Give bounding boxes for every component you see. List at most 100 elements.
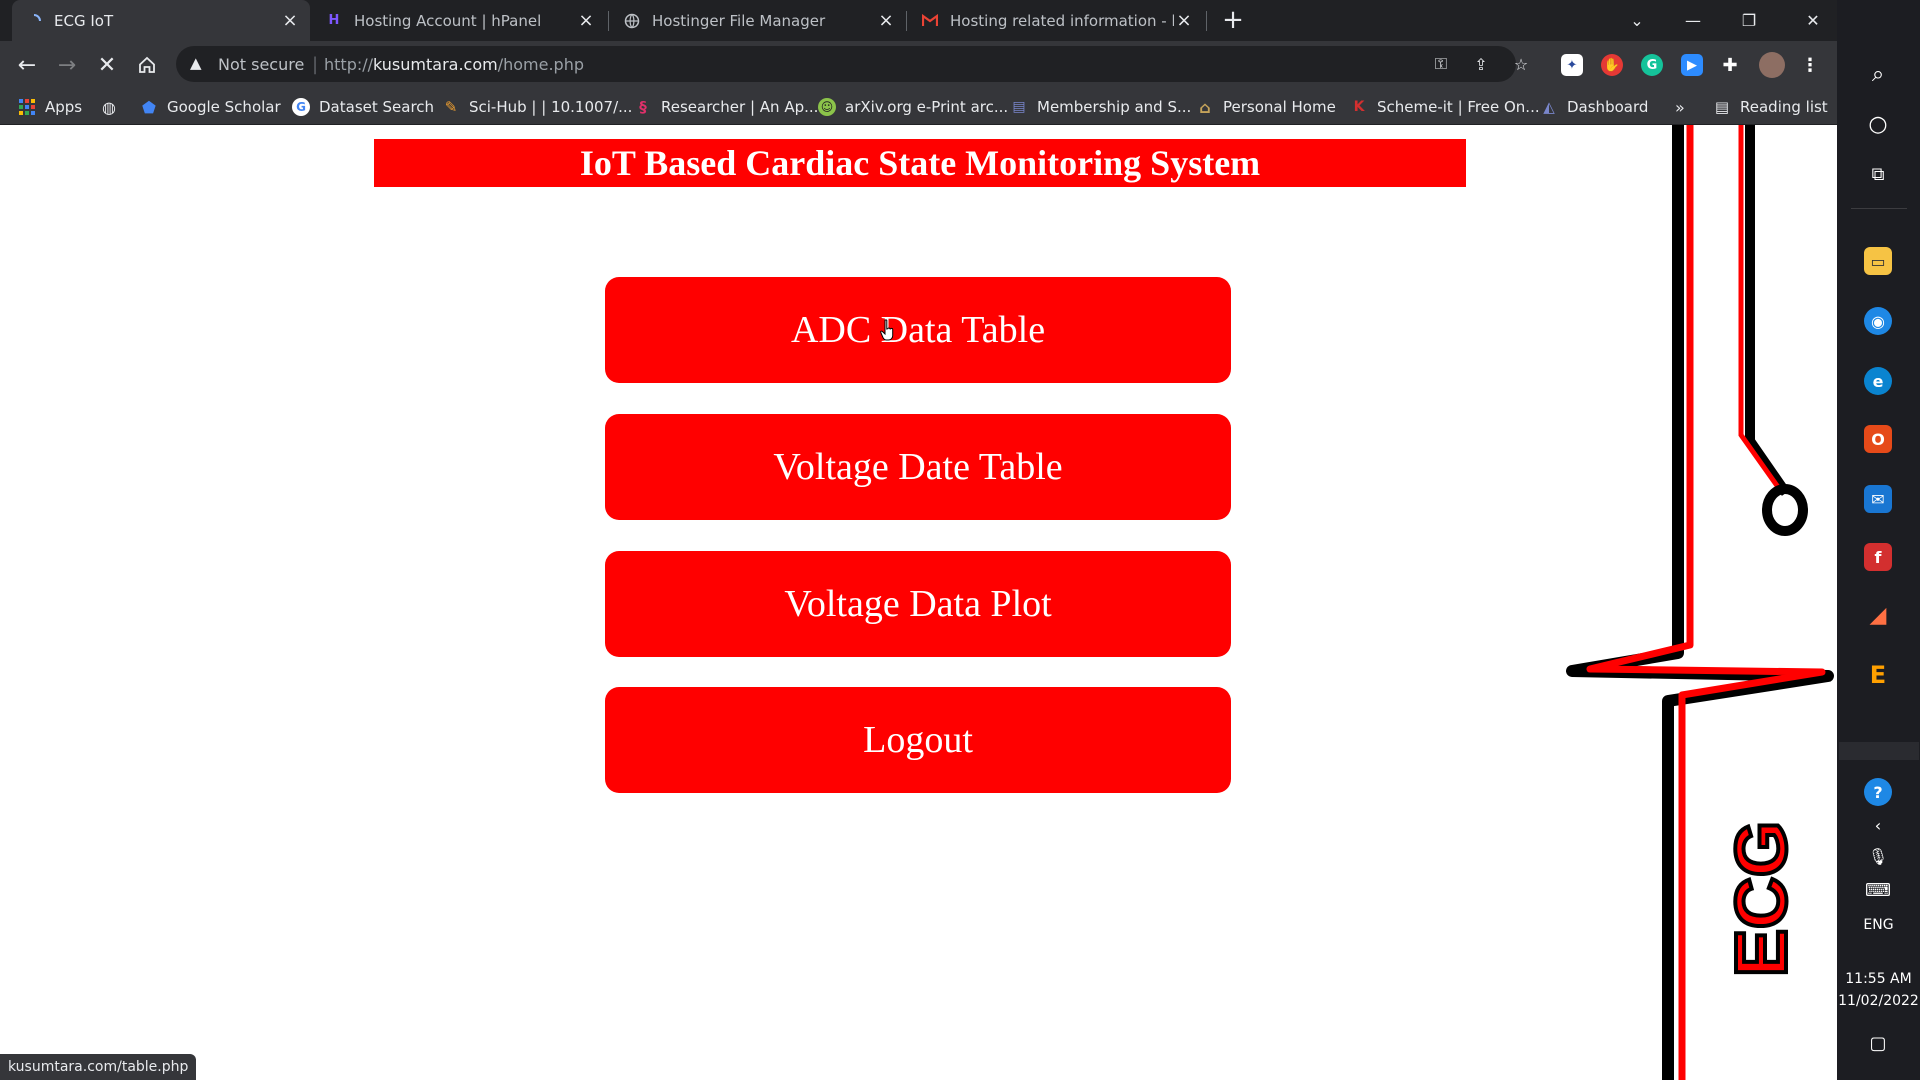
divider: | (312, 54, 319, 75)
adc-data-table-button[interactable]: ADC Data Table (605, 277, 1231, 383)
extensions-puzzle-icon[interactable]: ✚ (1719, 54, 1741, 76)
tab-title: Hostinger File Manager (652, 11, 826, 30)
tab-title: Hosting related information - hr... (950, 11, 1174, 30)
matlab-icon[interactable]: ◢ (1864, 601, 1892, 629)
tab-hosting-info[interactable]: Hosting related information - hr... × (908, 0, 1204, 41)
bookmark-dataset-search[interactable]: G Dataset Search (292, 96, 434, 118)
address-bar[interactable]: ▲ Not secure | http://kusumtara.com/home… (176, 46, 1528, 82)
task-view-icon[interactable]: ⧉ (1858, 154, 1898, 194)
extension-grammarly-icon[interactable]: G (1641, 54, 1663, 76)
hand-cursor-icon (880, 319, 894, 341)
bookmark-label: Personal Home (1223, 98, 1336, 116)
url-domain: kusumtara.com (373, 55, 498, 74)
bookmark-scheme-it[interactable]: K Scheme-it | Free On... (1350, 96, 1540, 118)
researcher-icon: § (639, 98, 647, 116)
stop-loading-icon[interactable]: ✕ (90, 48, 124, 82)
loading-icon (26, 13, 42, 29)
forward-icon[interactable]: → (50, 48, 84, 82)
foxit-icon[interactable]: f (1864, 543, 1892, 571)
bookmark-google-scholar[interactable]: ⬟ Google Scholar (140, 96, 281, 118)
url-prefix: http:// (324, 55, 374, 74)
divider (1851, 208, 1907, 209)
bookmark-label: Google Scholar (167, 98, 281, 116)
profile-avatar[interactable] (1759, 52, 1785, 78)
keyboard-icon[interactable]: ⌨ (1858, 870, 1898, 910)
gmail-icon (922, 13, 938, 29)
search-icon[interactable]: ⌕ (1858, 54, 1898, 94)
bookmark-label: Membership and S... (1037, 98, 1192, 116)
extension-zoom-icon[interactable]: ▶ (1681, 54, 1703, 76)
reading-list-button[interactable]: ▤ Reading list (1713, 96, 1828, 118)
google-icon: G (292, 98, 310, 116)
url-text[interactable]: http://kusumtara.com/home.php (324, 55, 584, 74)
tab-title: ECG IoT (54, 11, 114, 30)
tab-search-chevron-icon[interactable]: ⌄ (1613, 0, 1661, 41)
bookmark-arxiv[interactable]: ☺ arXiv.org e-Print arc... (818, 96, 1008, 118)
mail-icon[interactable]: ✉ (1864, 485, 1892, 513)
file-explorer-icon[interactable]: ▭ (1864, 247, 1892, 275)
cortana-circle-icon[interactable]: ○ (1858, 104, 1898, 144)
new-tab-button[interactable]: + (1220, 7, 1246, 34)
tab-close-icon[interactable]: × (576, 10, 596, 31)
tab-file-manager[interactable]: Hostinger File Manager × (610, 0, 906, 41)
share-icon[interactable]: ⇪ (1470, 53, 1492, 75)
bookmark-label: Scheme-it | Free On... (1377, 98, 1540, 116)
scholar-icon: ⬟ (142, 97, 156, 117)
tab-separator (1206, 11, 1207, 31)
tab-strip: ECG IoT × H Hosting Account | hPanel × H… (0, 0, 1837, 41)
bookmark-apps[interactable]: Apps (18, 96, 82, 118)
page-content: IoT Based Cardiac State Monitoring Syste… (0, 125, 1837, 1080)
dashboard-icon: ◭ (1543, 98, 1555, 116)
voltage-data-plot-button[interactable]: Voltage Data Plot (605, 551, 1231, 657)
logout-button[interactable]: Logout (605, 687, 1231, 793)
bookmark-label: arXiv.org e-Print arc... (845, 98, 1009, 116)
bookmark-star-icon[interactable]: ☆ (1510, 53, 1532, 75)
key-icon[interactable]: ⚿ (1430, 53, 1452, 75)
e-app-icon[interactable]: E (1864, 661, 1892, 689)
scihub-icon: ✎ (444, 98, 458, 116)
help-icon[interactable]: ? (1864, 778, 1892, 806)
bookmark-dashboard[interactable]: ◭ Dashboard (1540, 96, 1648, 118)
clock[interactable]: 11:55 AM 11/02/2022 (1837, 968, 1920, 1012)
clock-time: 11:55 AM (1845, 971, 1912, 987)
edge-icon[interactable]: e (1864, 367, 1892, 395)
bookmark-label: Sci-Hub | | 10.1007/... (469, 98, 633, 116)
menu-kebab-icon[interactable]: ⋮ (1799, 54, 1821, 76)
bookmark-personal-home[interactable]: ⌂ Personal Home (1196, 96, 1336, 118)
tab-close-icon[interactable]: × (280, 10, 300, 31)
restore-icon[interactable]: ❐ (1725, 0, 1773, 41)
taskbar: ⌕ ○ ⧉ ▭ ◉ e O ✉ f ◢ E ? ‹ 🎙 ⌨ ENG 11:55 … (1837, 0, 1920, 1080)
tab-hosting-account[interactable]: H Hosting Account | hPanel × (312, 0, 606, 41)
office-icon[interactable]: O (1864, 425, 1892, 453)
reading-list-icon: ▤ (1714, 98, 1730, 116)
status-bar-link-preview: kusumtara.com/table.php (0, 1054, 197, 1080)
security-label[interactable]: Not secure (218, 55, 304, 74)
warning-triangle-icon[interactable]: ▲ (190, 54, 202, 72)
extension-ms-icon[interactable]: ✦ (1561, 54, 1583, 76)
clock-date: 11/02/2022 (1838, 993, 1919, 1009)
bookmark-ieee[interactable]: ▤ Membership and S... (1010, 96, 1191, 118)
chrome-icon[interactable]: ◉ (1864, 307, 1892, 335)
extension-adblock-icon[interactable]: ✋ (1601, 54, 1623, 76)
ieee-icon: ▤ (1012, 99, 1026, 115)
globe-icon: ◍ (102, 97, 116, 117)
language-indicator[interactable]: ENG (1837, 917, 1920, 933)
home-icon[interactable] (130, 48, 164, 82)
tab-close-icon[interactable]: × (876, 10, 896, 31)
taskbar-scrollbar[interactable] (1839, 742, 1919, 760)
apps-grid-icon (18, 98, 36, 116)
tab-separator (608, 11, 609, 31)
notification-icon[interactable]: ▢ (1858, 1023, 1898, 1063)
close-window-icon[interactable]: ✕ (1789, 0, 1837, 41)
bookmark-label: Dashboard (1567, 98, 1649, 116)
bookmarks-overflow-button[interactable]: » (1675, 96, 1685, 118)
tab-close-icon[interactable]: × (1174, 10, 1194, 31)
bookmark-scihub[interactable]: ✎ Sci-Hub | | 10.1007/... (442, 96, 633, 118)
tab-ecg-iot[interactable]: ECG IoT × (12, 0, 310, 41)
bookmark-globe[interactable]: ◍ (100, 96, 127, 118)
bookmark-researcher[interactable]: § Researcher | An Ap... (634, 96, 818, 118)
back-icon[interactable]: ← (10, 48, 44, 82)
page-title: IoT Based Cardiac State Monitoring Syste… (374, 139, 1466, 187)
minimize-icon[interactable]: — (1669, 0, 1717, 41)
voltage-date-table-button[interactable]: Voltage Date Table (605, 414, 1231, 520)
